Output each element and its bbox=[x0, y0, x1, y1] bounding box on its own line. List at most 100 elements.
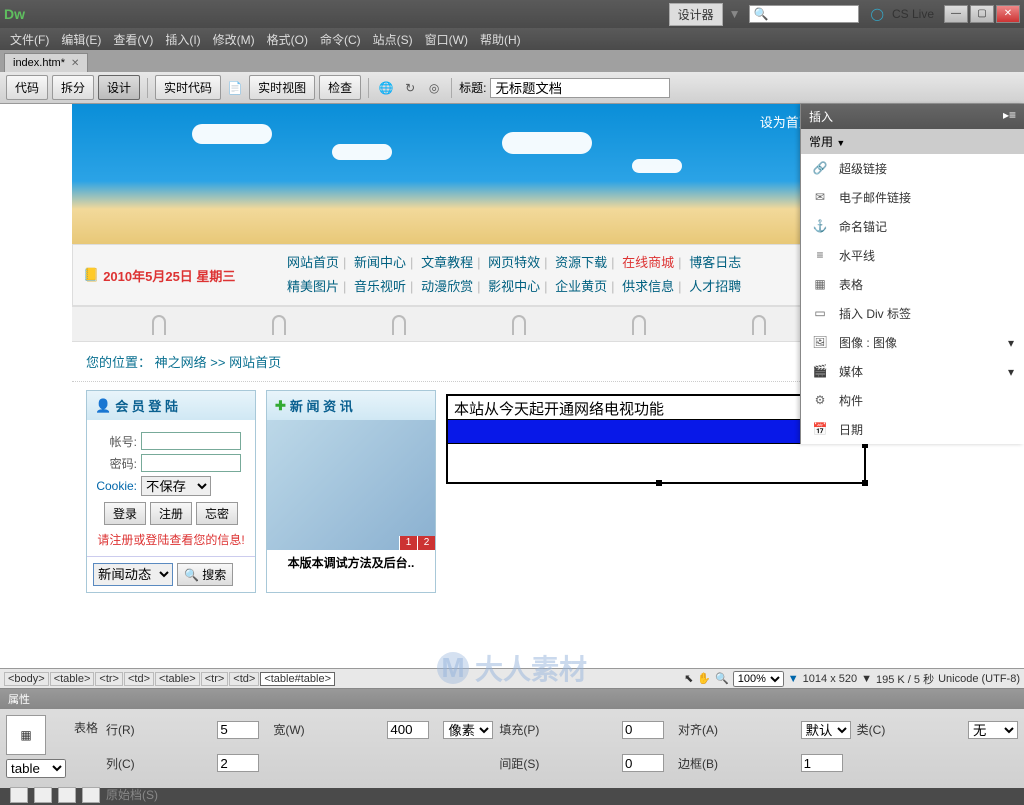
nav-home[interactable]: 网站首页 bbox=[287, 255, 339, 270]
nav-pics[interactable]: 精美图片 bbox=[287, 279, 339, 294]
nav-effects[interactable]: 网页特效 bbox=[488, 255, 540, 270]
insert-anchor[interactable]: ⚓命名锚记 bbox=[801, 212, 1024, 241]
designer-label[interactable]: 设计器 bbox=[669, 3, 723, 26]
insert-image[interactable]: 🖼图像 : 图像▾ bbox=[801, 328, 1024, 357]
design-view-button[interactable]: 设计 bbox=[98, 75, 140, 100]
hand-icon[interactable]: ✋ bbox=[697, 672, 711, 685]
zoom-icon[interactable]: 🔍 bbox=[715, 672, 729, 685]
insert-hr[interactable]: ≡水平线 bbox=[801, 241, 1024, 270]
tool-icon-4[interactable] bbox=[82, 787, 100, 803]
title-input[interactable] bbox=[490, 78, 670, 98]
news-caption: 本版本调试方法及后台.. bbox=[267, 550, 435, 575]
nav-jobs[interactable]: 人才招聘 bbox=[689, 279, 741, 294]
liveview-button[interactable]: 实时视图 bbox=[249, 75, 315, 100]
news-page-1[interactable]: 1 bbox=[399, 536, 417, 550]
globe-icon[interactable]: 🌐 bbox=[376, 78, 396, 98]
media-icon: 🎬 bbox=[811, 364, 829, 380]
pointer-icon[interactable]: ⬉ bbox=[684, 672, 693, 685]
gear-icon: ⚙ bbox=[811, 393, 829, 409]
tool-icon-2[interactable] bbox=[34, 787, 52, 803]
nav-articles[interactable]: 文章教程 bbox=[421, 255, 473, 270]
tag-tr1[interactable]: <tr> bbox=[95, 672, 123, 686]
document-tab[interactable]: index.htm* ✕ bbox=[4, 53, 88, 72]
inspect-icon[interactable]: 📄 bbox=[225, 78, 245, 98]
unit-select[interactable]: 像素 bbox=[443, 721, 493, 739]
news-page-2[interactable]: 2 bbox=[417, 536, 435, 550]
width-input[interactable] bbox=[387, 721, 429, 739]
minimize-button[interactable]: — bbox=[944, 5, 968, 23]
spacing-input[interactable] bbox=[622, 754, 664, 772]
nav-blog[interactable]: 博客日志 bbox=[689, 255, 741, 270]
nav-shop[interactable]: 在线商城 bbox=[622, 255, 674, 270]
account-input[interactable] bbox=[141, 432, 241, 450]
search-category[interactable]: 新闻动态 bbox=[93, 563, 173, 586]
menu-file[interactable]: 文件(F) bbox=[4, 29, 55, 50]
split-view-button[interactable]: 拆分 bbox=[52, 75, 94, 100]
nav-download[interactable]: 资源下载 bbox=[555, 255, 607, 270]
menu-modify[interactable]: 修改(M) bbox=[207, 29, 261, 50]
menu-window[interactable]: 窗口(W) bbox=[419, 29, 474, 50]
nav-yellow[interactable]: 企业黄页 bbox=[555, 279, 607, 294]
tab-close-icon[interactable]: ✕ bbox=[71, 58, 79, 69]
cslive-icon: ◯ bbox=[871, 7, 884, 21]
rows-input[interactable] bbox=[217, 721, 259, 739]
panel-menu-icon[interactable]: ▸≡ bbox=[1003, 108, 1016, 125]
cslive-button[interactable]: CS Live bbox=[892, 7, 934, 21]
crumb-site[interactable]: 神之网络 bbox=[155, 355, 207, 370]
menu-view[interactable]: 查看(V) bbox=[107, 29, 159, 50]
menu-commands[interactable]: 命令(C) bbox=[314, 29, 367, 50]
nav-video[interactable]: 影视中心 bbox=[488, 279, 540, 294]
global-search[interactable]: 🔍 bbox=[749, 5, 859, 23]
maximize-button[interactable]: ▢ bbox=[970, 5, 994, 23]
menu-insert[interactable]: 插入(I) bbox=[159, 29, 206, 50]
inspect-button[interactable]: 检查 bbox=[319, 75, 361, 100]
insert-category[interactable]: 常用 ▼ bbox=[801, 129, 1024, 154]
insert-email[interactable]: ✉电子邮件链接 bbox=[801, 183, 1024, 212]
tag-td1[interactable]: <td> bbox=[124, 672, 154, 686]
livecode-button[interactable]: 实时代码 bbox=[155, 75, 221, 100]
table-id-select[interactable]: table bbox=[6, 759, 66, 778]
nav-supply[interactable]: 供求信息 bbox=[622, 279, 674, 294]
cookie-select[interactable]: 不保存 bbox=[141, 476, 211, 496]
insert-table[interactable]: ▦表格 bbox=[801, 270, 1024, 299]
search-button[interactable]: 🔍 搜索 bbox=[177, 563, 233, 586]
nav-anime[interactable]: 动漫欣赏 bbox=[421, 279, 473, 294]
align-select[interactable]: 默认 bbox=[801, 721, 851, 739]
zoom-select[interactable]: 100% bbox=[733, 671, 784, 687]
password-input[interactable] bbox=[141, 454, 241, 472]
tool-icon-1[interactable] bbox=[10, 787, 28, 803]
refresh-icon[interactable]: ↻ bbox=[400, 78, 420, 98]
cols-input[interactable] bbox=[217, 754, 259, 772]
class-select[interactable]: 无 bbox=[968, 721, 1018, 739]
nav-icon[interactable]: ◎ bbox=[424, 78, 444, 98]
close-button[interactable]: ✕ bbox=[996, 5, 1020, 23]
prop-label: 表格 bbox=[74, 721, 98, 735]
login-button[interactable]: 登录 bbox=[104, 502, 146, 525]
menu-help[interactable]: 帮助(H) bbox=[474, 29, 527, 50]
tool-icon-3[interactable] bbox=[58, 787, 76, 803]
menu-edit[interactable]: 编辑(E) bbox=[55, 29, 107, 50]
padding-input[interactable] bbox=[622, 721, 664, 739]
nav-news[interactable]: 新闻中心 bbox=[354, 255, 406, 270]
tag-td2[interactable]: <td> bbox=[229, 672, 259, 686]
crumb-page[interactable]: 网站首页 bbox=[229, 355, 281, 370]
insert-media[interactable]: 🎬媒体▾ bbox=[801, 357, 1024, 386]
code-view-button[interactable]: 代码 bbox=[6, 75, 48, 100]
nav-music[interactable]: 音乐视听 bbox=[354, 279, 406, 294]
insert-div[interactable]: ▭插入 Div 标签 bbox=[801, 299, 1024, 328]
register-button[interactable]: 注册 bbox=[150, 502, 192, 525]
tag-body[interactable]: <body> bbox=[4, 672, 49, 686]
border-input[interactable] bbox=[801, 754, 843, 772]
tag-table-selected[interactable]: <table#table> bbox=[260, 672, 335, 686]
insert-date[interactable]: 📅日期 bbox=[801, 415, 1024, 444]
menu-site[interactable]: 站点(S) bbox=[367, 29, 419, 50]
forgot-button[interactable]: 忘密 bbox=[196, 502, 238, 525]
menu-format[interactable]: 格式(O) bbox=[261, 29, 314, 50]
insert-widget[interactable]: ⚙构件 bbox=[801, 386, 1024, 415]
tag-table2[interactable]: <table> bbox=[155, 672, 200, 686]
insert-hyperlink[interactable]: 🔗超级链接 bbox=[801, 154, 1024, 183]
tag-tr2[interactable]: <tr> bbox=[201, 672, 229, 686]
title-label: 标题: bbox=[459, 79, 486, 96]
properties-panel: 属性 ▦ table 表格 行(R) 宽(W) 像素 填充(P) 对齐(A)默认… bbox=[0, 688, 1024, 788]
tag-table1[interactable]: <table> bbox=[50, 672, 95, 686]
